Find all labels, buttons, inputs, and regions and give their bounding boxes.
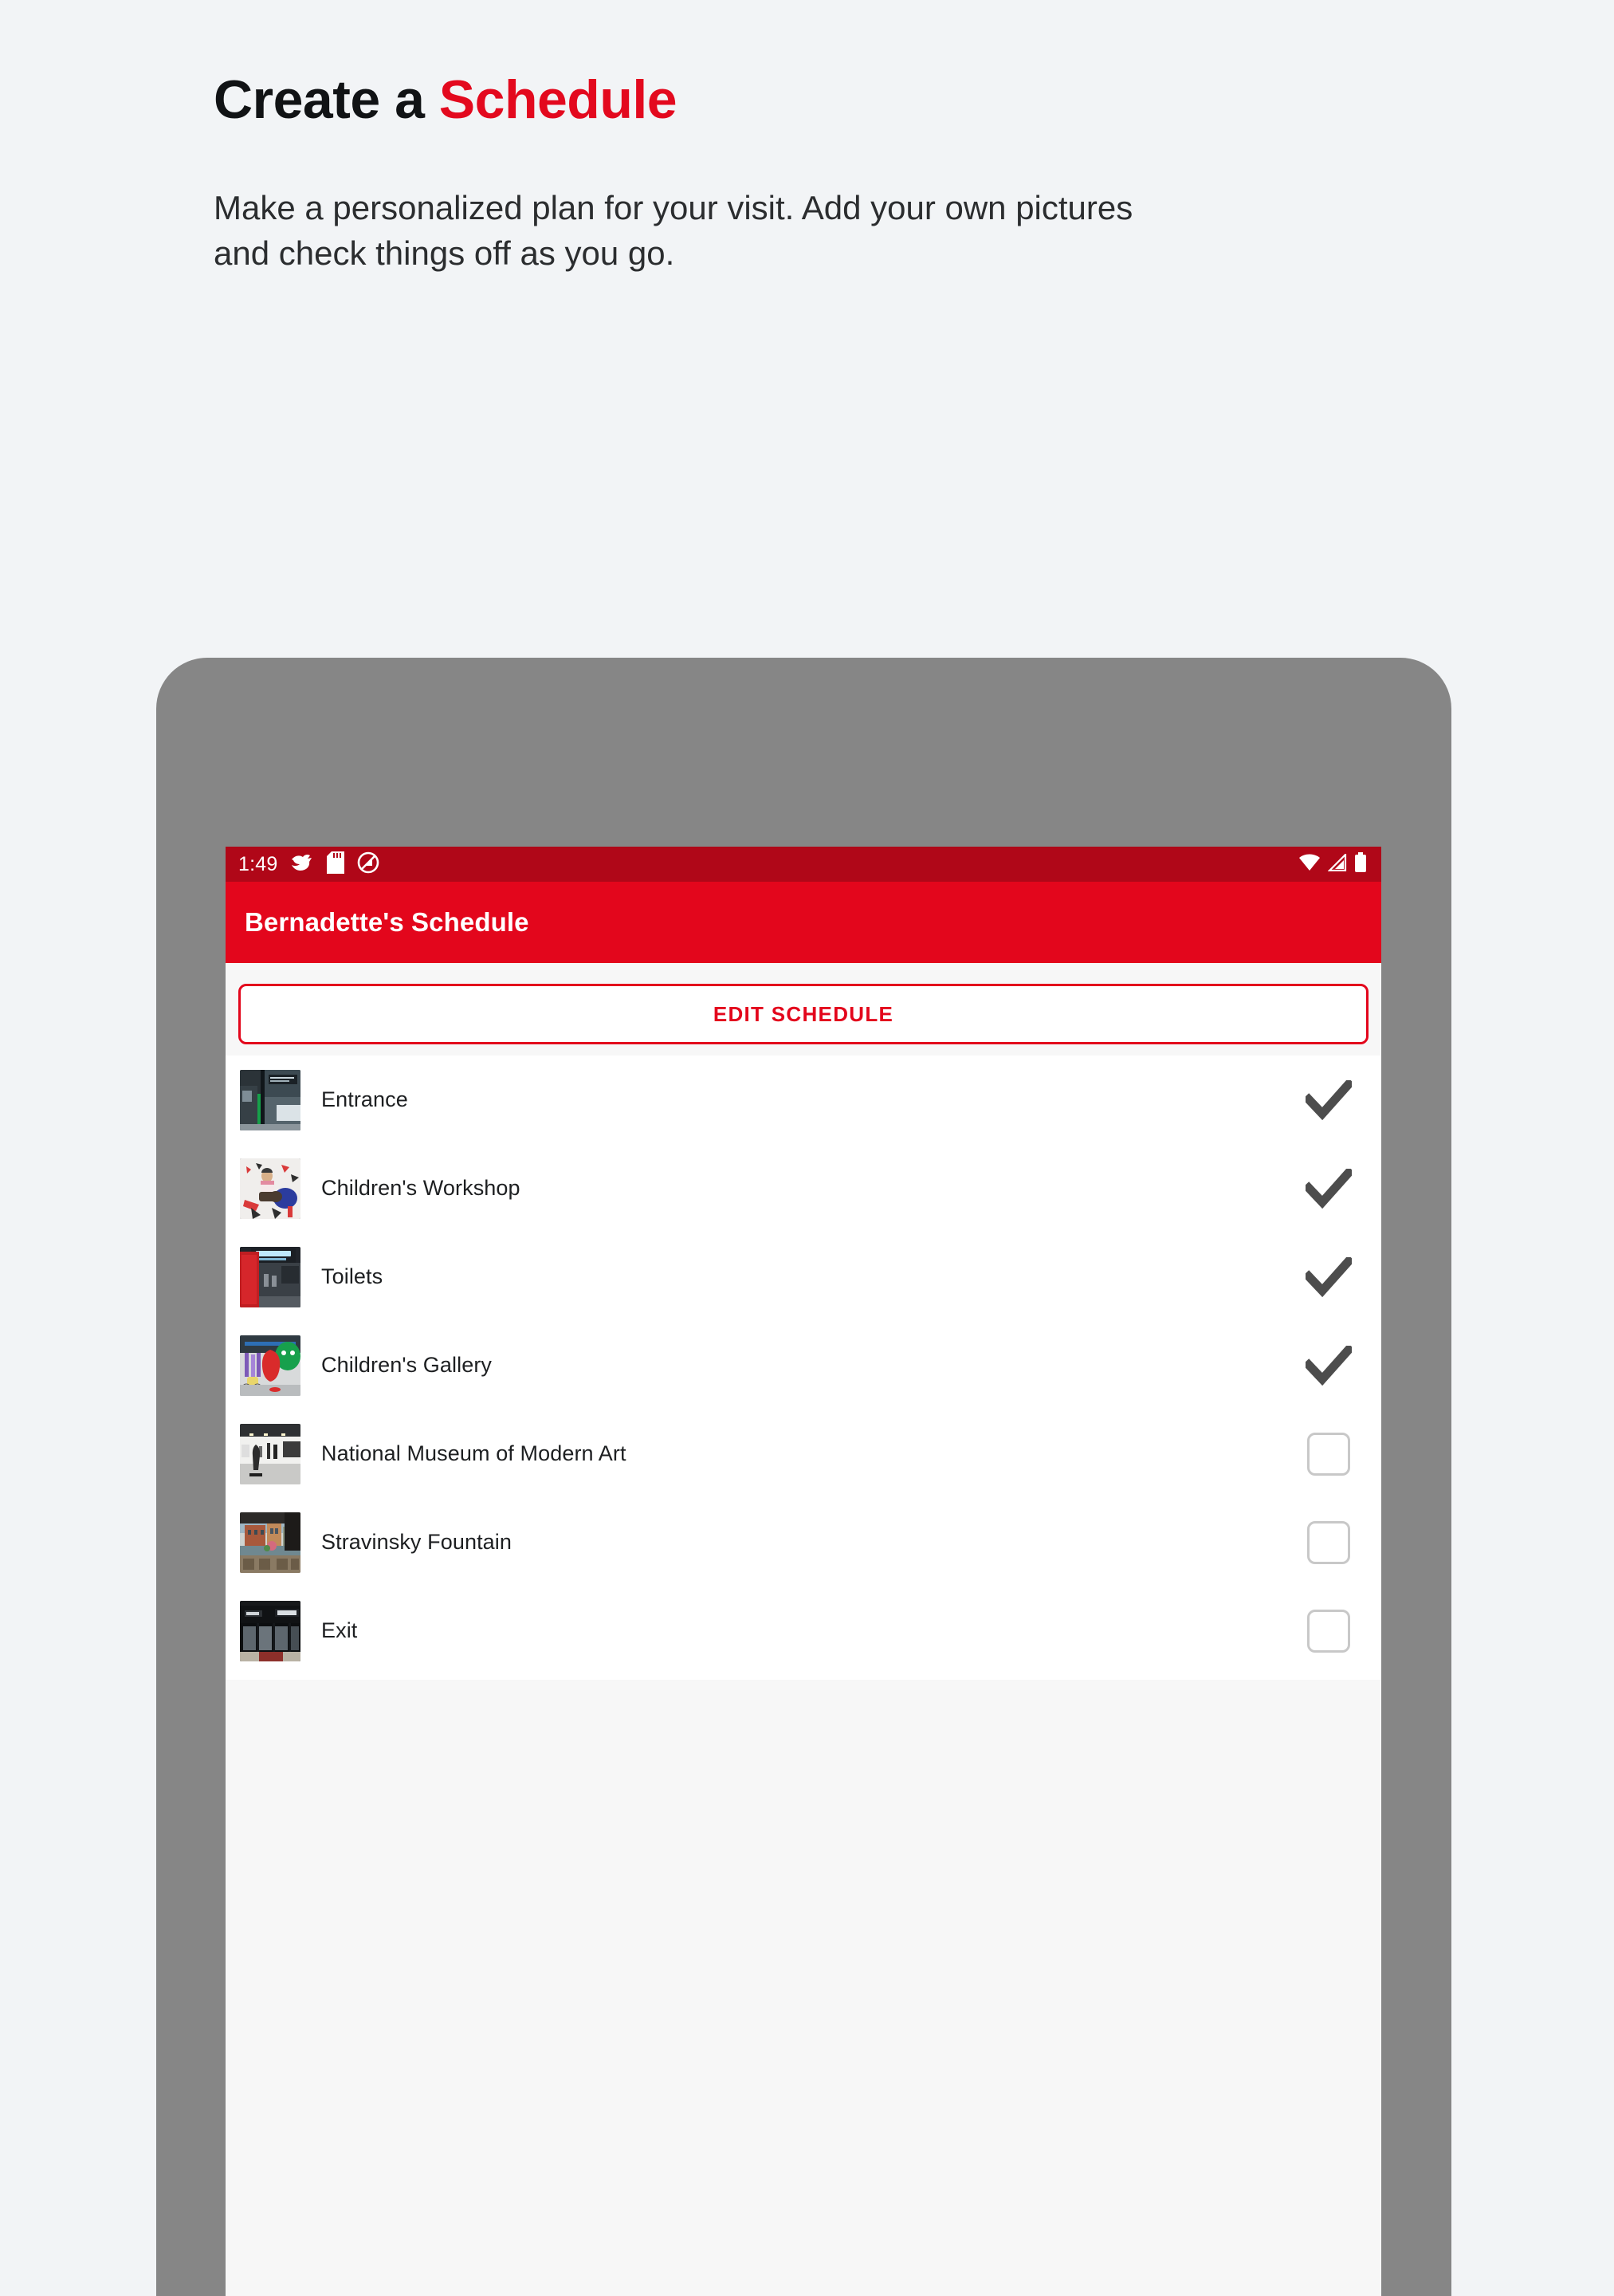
schedule-item-label: Toilets	[321, 1264, 383, 1288]
childrens-gallery-photo	[240, 1335, 300, 1396]
schedule-item-checkbox[interactable]	[1289, 1079, 1369, 1120]
schedule-item-label: Stravinsky Fountain	[321, 1530, 512, 1554]
schedule-item-checkbox[interactable]	[1289, 1168, 1369, 1209]
childrens-workshop-photo	[240, 1158, 300, 1219]
schedule-item-checkbox[interactable]	[1289, 1256, 1369, 1297]
unchecked-box-icon	[1307, 1432, 1350, 1476]
page-title-prefix: Create a	[214, 69, 439, 130]
page-title-accent: Schedule	[438, 69, 677, 130]
schedule-list-item[interactable]: Stravinsky Fountain	[226, 1498, 1381, 1586]
page-title: Create a Schedule	[214, 69, 677, 131]
schedule-list-item[interactable]: Children's Gallery	[226, 1321, 1381, 1409]
status-bar-right-group	[1298, 847, 1367, 882]
status-bar-clock: 1:49	[238, 852, 278, 875]
schedule-item-label: Exit	[321, 1618, 358, 1642]
stravinsky-fountain-photo	[240, 1512, 300, 1573]
schedule-item-label: National Museum of Modern Art	[321, 1441, 626, 1465]
check-icon	[1306, 1079, 1352, 1120]
schedule-content: EDIT SCHEDULE Entrance Children's Worksh…	[226, 963, 1381, 2206]
schedule-item-label: Children's Workshop	[321, 1176, 520, 1200]
wifi-icon	[1298, 854, 1321, 875]
unchecked-box-icon	[1307, 1520, 1350, 1564]
app-bar: Bernadette's Schedule	[226, 882, 1381, 963]
page-subtitle-line-2: and check things off as you go.	[214, 234, 675, 273]
check-icon	[1306, 1168, 1352, 1209]
check-icon	[1306, 1256, 1352, 1297]
status-bar-left-group: 1:49	[238, 851, 379, 878]
schedule-list-item[interactable]: Toilets	[226, 1233, 1381, 1321]
app-bar-title: Bernadette's Schedule	[245, 907, 529, 937]
edit-schedule-button[interactable]: EDIT SCHEDULE	[238, 984, 1369, 1044]
schedule-item-checkbox[interactable]	[1289, 1609, 1369, 1653]
schedule-list: Entrance Children's Workshop Toilets Chi…	[226, 1056, 1381, 1680]
schedule-list-item[interactable]: Entrance	[226, 1056, 1381, 1144]
unchecked-box-icon	[1307, 1609, 1350, 1653]
modern-art-museum-photo	[240, 1423, 300, 1484]
exit-photo	[240, 1600, 300, 1661]
check-icon	[1306, 1345, 1352, 1386]
cellular-signal-icon	[1327, 851, 1347, 875]
schedule-item-checkbox[interactable]	[1289, 1520, 1369, 1564]
do-not-disturb-icon	[357, 851, 379, 878]
sd-card-icon	[327, 851, 345, 878]
toilets-photo	[240, 1246, 300, 1307]
status-bar: 1:49	[226, 847, 1381, 882]
battery-icon	[1354, 851, 1367, 877]
schedule-item-checkbox[interactable]	[1289, 1432, 1369, 1476]
phone-screen: 1:49 Bernadette's Schedule EDIT SCHEDULE…	[226, 847, 1381, 2296]
promo-page: Create a Schedule Make a personalized pl…	[0, 0, 1614, 2296]
edit-schedule-button-container: EDIT SCHEDULE	[226, 984, 1381, 1056]
page-subtitle: Make a personalized plan for your visit.…	[214, 185, 1425, 276]
schedule-list-item[interactable]: Exit	[226, 1586, 1381, 1675]
schedule-item-checkbox[interactable]	[1289, 1345, 1369, 1386]
list-empty-space	[226, 1680, 1381, 2206]
schedule-list-item[interactable]: National Museum of Modern Art	[226, 1409, 1381, 1498]
bird-icon	[290, 852, 314, 877]
page-subtitle-line-1: Make a personalized plan for your visit.…	[214, 189, 1133, 226]
schedule-item-label: Entrance	[321, 1087, 408, 1111]
schedule-item-label: Children's Gallery	[321, 1353, 493, 1377]
schedule-list-item[interactable]: Children's Workshop	[226, 1144, 1381, 1233]
entrance-photo	[240, 1069, 300, 1130]
